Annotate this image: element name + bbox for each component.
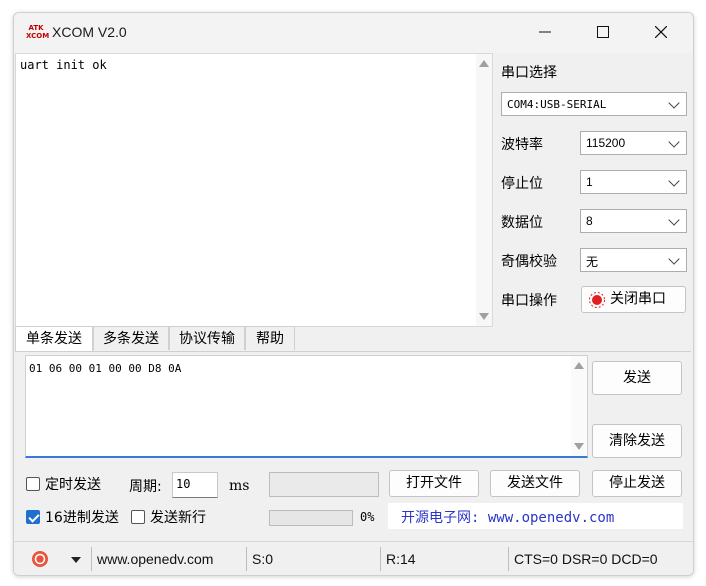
parity-select-value: 无: [586, 255, 599, 269]
xcom-logo-icon: ATK XCOM: [26, 24, 50, 42]
tab-multi-send[interactable]: 多条发送: [93, 326, 169, 350]
receive-textarea[interactable]: uart init ok: [15, 53, 493, 327]
hex-send-label: 16进制发送: [45, 510, 119, 526]
baud-select[interactable]: 115200: [580, 131, 687, 155]
hex-send-checkbox[interactable]: [26, 510, 40, 524]
checkmark-icon: [28, 511, 40, 523]
receive-scrollbar[interactable]: [476, 54, 492, 326]
scroll-down-icon[interactable]: [574, 443, 584, 450]
period-label: 周期:: [129, 479, 162, 495]
baud-select-value: 115200: [586, 136, 626, 150]
stopbits-select[interactable]: 1: [580, 170, 687, 194]
minimize-icon: [539, 31, 551, 33]
tab-protocol[interactable]: 协议传输: [169, 326, 245, 350]
port-select-label: 串口选择: [501, 65, 557, 81]
dropdown-arrow-icon[interactable]: [71, 557, 81, 563]
xcom-window: ATK XCOM XCOM V2.0 uart init ok 串口选择 COM…: [13, 12, 694, 576]
baud-label: 波特率: [501, 137, 543, 153]
tab-help[interactable]: 帮助: [245, 326, 295, 350]
website-banner[interactable]: 开源电子网: www.openedv.com: [388, 503, 683, 529]
chevron-down-icon: [668, 175, 680, 187]
send-newline-checkbox[interactable]: [131, 510, 145, 524]
window-title: XCOM V2.0: [52, 24, 127, 40]
minimize-button[interactable]: [516, 13, 574, 53]
send-text: 01 06 00 01 00 00 D8 0A: [29, 362, 182, 375]
close-port-label: 关闭串口: [610, 291, 666, 307]
port-op-label: 串口操作: [501, 293, 557, 309]
parity-select[interactable]: 无: [580, 248, 687, 272]
send-textarea[interactable]: 01 06 00 01 00 00 D8 0A: [25, 355, 588, 458]
status-sent-count: S:0: [246, 547, 380, 571]
stopbits-select-value: 1: [586, 175, 593, 189]
send-scrollbar[interactable]: [571, 356, 587, 456]
port-select[interactable]: COM4:USB-SERIAL: [501, 92, 687, 116]
status-signals: CTS=0 DSR=0 DCD=0: [508, 547, 693, 571]
title-bar: ATK XCOM XCOM V2.0: [14, 13, 693, 53]
timed-send-label: 定时发送: [45, 477, 101, 493]
period-input[interactable]: 10: [172, 472, 218, 498]
clear-send-button[interactable]: 清除发送: [592, 424, 682, 458]
send-file-button[interactable]: 发送文件: [490, 470, 580, 497]
close-icon: [654, 25, 668, 39]
close-port-button[interactable]: 关闭串口: [581, 286, 686, 313]
logo-text-top: ATK: [28, 24, 44, 32]
chevron-down-icon: [668, 136, 680, 148]
databits-select-value: 8: [586, 214, 593, 228]
parity-label: 奇偶校验: [501, 254, 557, 270]
tab-divider: [15, 351, 691, 352]
open-file-button[interactable]: 打开文件: [389, 470, 479, 497]
status-received-count: R:14: [380, 547, 508, 571]
send-newline-label: 发送新行: [150, 510, 206, 526]
maximize-icon: [597, 26, 609, 38]
stopbits-label: 停止位: [501, 176, 543, 192]
databits-select[interactable]: 8: [580, 209, 687, 233]
scroll-up-icon[interactable]: [479, 60, 489, 67]
tab-single-send[interactable]: 单条发送: [15, 326, 93, 352]
chevron-down-icon: [668, 214, 680, 226]
maximize-button[interactable]: [574, 13, 632, 53]
scroll-down-icon[interactable]: [479, 313, 489, 320]
port-status-light-icon: [589, 292, 605, 308]
record-icon[interactable]: [30, 549, 50, 569]
logo-text-bottom: XCOM: [26, 32, 50, 40]
port-select-value: COM4:USB-SERIAL: [507, 98, 607, 111]
stop-send-button[interactable]: 停止发送: [592, 470, 682, 497]
period-unit: ms: [229, 478, 250, 494]
status-website[interactable]: www.openedv.com: [91, 547, 242, 571]
databits-label: 数据位: [501, 215, 543, 231]
website-banner-text: 开源电子网: www.openedv.com: [401, 510, 615, 526]
chevron-down-icon: [668, 253, 680, 265]
timed-send-checkbox[interactable]: [26, 477, 40, 491]
progress-percent: 0%: [360, 510, 375, 524]
send-status-box: [269, 472, 379, 497]
send-progress-bar: [269, 510, 353, 526]
scroll-up-icon[interactable]: [574, 362, 584, 369]
receive-text: uart init ok: [20, 58, 107, 72]
chevron-down-icon: [668, 97, 680, 109]
status-bar: www.openedv.com S:0 R:14 CTS=0 DSR=0 DCD…: [14, 541, 693, 575]
close-button[interactable]: [632, 13, 690, 53]
send-button[interactable]: 发送: [592, 361, 682, 395]
